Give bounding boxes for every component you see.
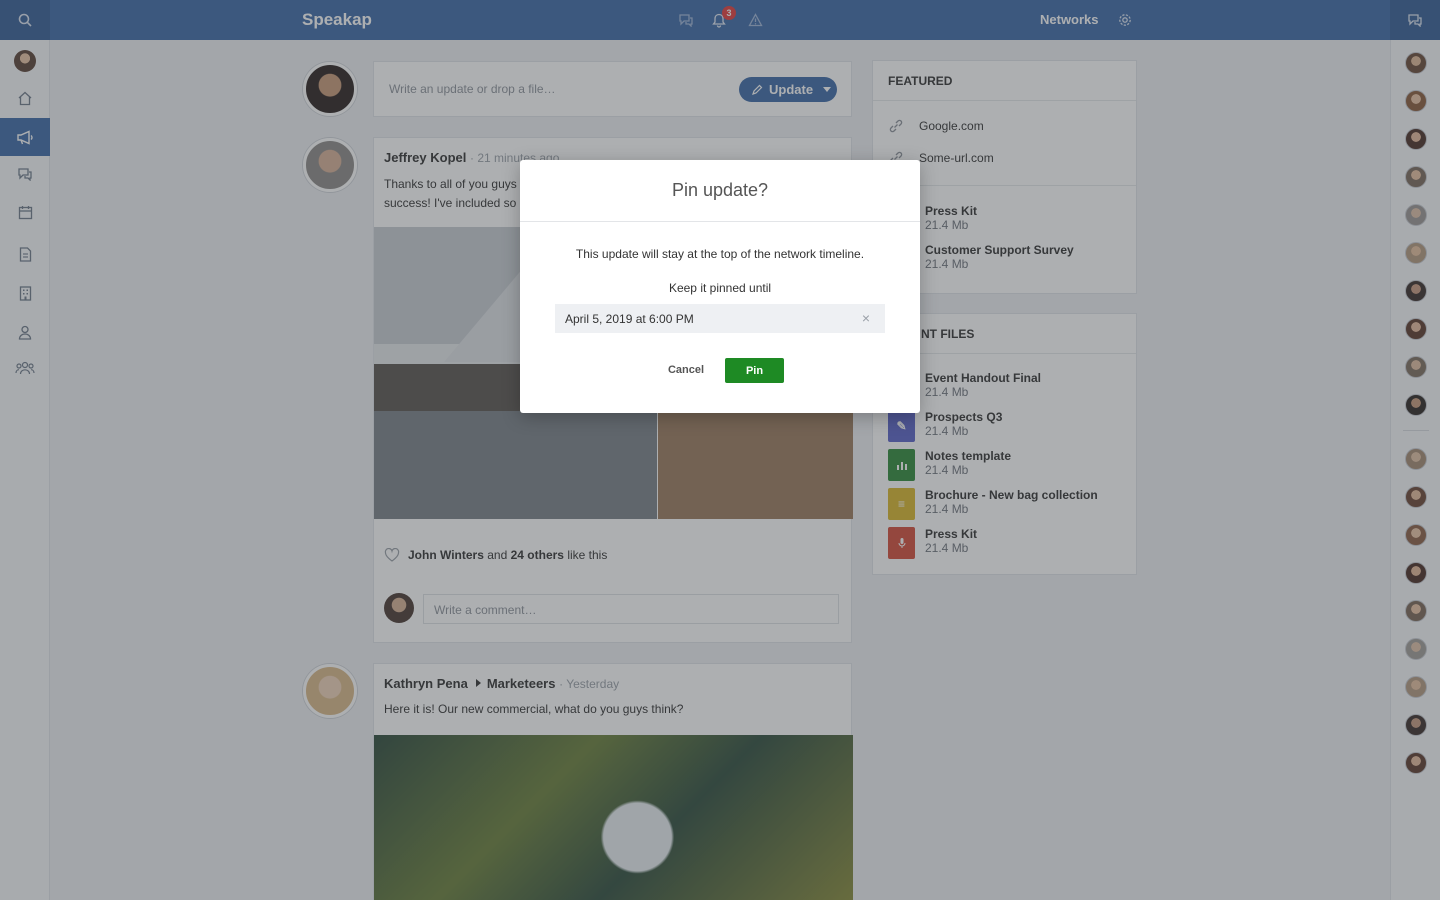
pin-update-dialog: Pin update? This update will stay at the… — [520, 160, 920, 413]
dialog-title: Pin update? — [671, 180, 769, 200]
close-icon[interactable]: × — [859, 310, 873, 326]
pinned-until-label: Keep it pinned until — [668, 281, 772, 295]
pin-until-date-input[interactable] — [555, 304, 885, 333]
cancel-button[interactable]: Cancel — [657, 358, 715, 382]
dialog-divider — [520, 221, 920, 222]
dialog-message: This update will stay at the top of the … — [575, 247, 865, 261]
pin-button[interactable]: Pin — [725, 358, 784, 383]
modal-overlay[interactable] — [0, 0, 1440, 900]
